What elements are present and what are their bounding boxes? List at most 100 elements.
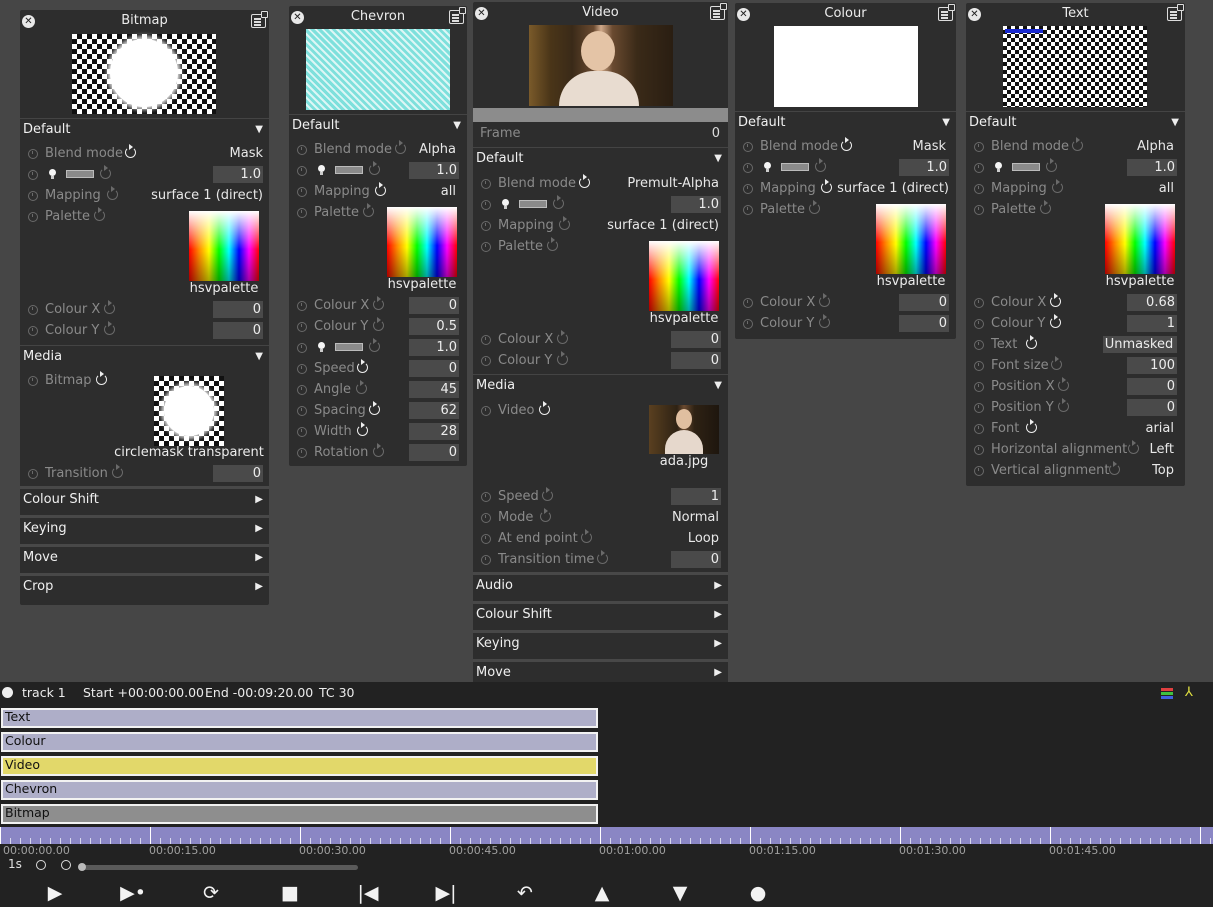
track-colour[interactable]: Colour [1,732,598,752]
close-icon[interactable]: ✕ [737,8,750,21]
reset-icon[interactable] [395,140,406,154]
skip-back-button[interactable]: |◀ [353,880,383,906]
section-colour-shift[interactable]: Colour Shift ▶ [473,601,728,627]
opacity-slider[interactable] [781,163,809,171]
reset-icon[interactable] [1058,377,1069,391]
mode-value[interactable]: Normal [672,507,719,528]
edit-icon[interactable] [710,3,727,20]
reset-icon[interactable] [100,165,111,179]
reset-icon[interactable] [1052,179,1063,193]
close-icon[interactable]: ✕ [968,8,981,21]
reset-icon[interactable] [1050,293,1061,307]
mapping-value[interactable]: surface 1 (direct) [837,178,949,199]
reset-icon[interactable] [547,237,558,251]
reset-icon[interactable] [1109,461,1120,475]
reset-icon[interactable] [579,174,590,188]
record-button[interactable]: ● [743,880,773,906]
reset-icon[interactable] [1128,440,1139,454]
angle-field[interactable]: 45 [409,381,459,398]
reset-icon[interactable] [112,464,123,478]
section-default[interactable]: Default ▼ [966,111,1185,133]
section-keying[interactable]: Keying ▶ [473,630,728,656]
reset-icon[interactable] [539,401,550,415]
reset-icon[interactable] [815,158,826,172]
zoom-slider[interactable] [78,863,358,871]
reset-icon[interactable] [357,359,368,373]
globe-icon[interactable] [2,687,13,698]
mapping-value[interactable]: all [441,181,456,202]
frame-value[interactable]: 0 [712,123,720,144]
reset-icon[interactable] [557,330,568,344]
track-text[interactable]: Text [1,708,598,728]
section-keying[interactable]: Keying ▶ [20,515,269,541]
section-audio[interactable]: Audio ▶ [473,572,728,598]
reset-icon[interactable] [819,293,830,307]
palette-swatch[interactable] [649,241,719,311]
reset-icon[interactable] [557,351,568,365]
play-button[interactable]: ▶ [40,880,70,906]
reset-icon[interactable] [356,380,367,394]
transition-time-field[interactable]: 0 [671,551,721,568]
palette-swatch[interactable] [189,211,259,281]
colour-x-field[interactable]: 0 [213,301,263,318]
axes-icon[interactable]: ⅄ [1185,685,1193,701]
speed-field[interactable]: 0 [409,360,459,377]
reset-icon[interactable] [357,422,368,436]
blend-mode-value[interactable]: Mask [913,136,946,157]
colour-x-field[interactable]: 0 [409,297,459,314]
opacity-field[interactable]: 1.0 [899,159,949,176]
bitmap-media-thumbnail[interactable] [154,376,224,446]
opacity-field[interactable]: 1.0 [1127,159,1177,176]
section-media[interactable]: Media ▼ [473,374,728,396]
skip-forward-button[interactable]: ▶| [431,880,461,906]
reset-icon[interactable] [1050,314,1061,328]
font-value[interactable]: arial [1145,418,1174,439]
reset-icon[interactable] [1026,335,1037,349]
colour-y-field[interactable]: 0 [213,322,263,339]
opacity-slider[interactable] [1012,163,1040,171]
reset-icon[interactable] [1046,158,1057,172]
position-x-field[interactable]: 0 [1127,378,1177,395]
section-default[interactable]: Default ▼ [473,147,728,169]
edit-icon[interactable] [938,4,955,21]
reset-icon[interactable] [369,338,380,352]
track-name[interactable]: track 1 [22,682,66,704]
opacity-slider[interactable] [519,200,547,208]
opacity-field[interactable]: 1.0 [671,196,721,213]
zoom-handle[interactable] [78,863,86,871]
reset-icon[interactable] [94,207,105,221]
reset-icon[interactable] [104,300,115,314]
opacity-field[interactable]: 1.0 [213,166,263,183]
blend-mode-value[interactable]: Alpha [1137,136,1174,157]
track-video[interactable]: Video [1,756,598,776]
mapping-value[interactable]: surface 1 (direct) [151,185,263,206]
reset-icon[interactable] [819,314,830,328]
track-chevron[interactable]: Chevron [1,780,598,800]
blend-mode-value[interactable]: Mask [230,143,263,164]
section-move[interactable]: Move ▶ [20,544,269,570]
close-icon[interactable]: ✕ [22,15,35,28]
reset-icon[interactable] [369,401,380,415]
reset-icon[interactable] [375,182,386,196]
reset-icon[interactable] [369,161,380,175]
reset-icon[interactable] [96,371,107,385]
colour-y-field[interactable]: 1 [1127,315,1177,332]
reset-icon[interactable] [809,200,820,214]
blend-mode-value[interactable]: Alpha [419,139,456,160]
play-marker-button[interactable]: ▶• [118,880,148,906]
opacity2-slider[interactable] [335,343,363,351]
palette-swatch[interactable] [876,204,946,274]
section-media[interactable]: Media ▼ [20,345,269,367]
reset-icon[interactable] [841,137,852,151]
section-colour-shift[interactable]: Colour Shift ▶ [20,486,269,512]
video-media-thumbnail[interactable] [649,405,719,454]
reset-icon[interactable] [1072,137,1083,151]
reset-icon[interactable] [373,296,384,310]
palette-swatch[interactable] [1105,204,1175,274]
opacity-slider[interactable] [335,166,363,174]
reset-icon[interactable] [104,321,115,335]
reset-icon[interactable] [553,195,564,209]
up-button[interactable]: ▲ [587,880,617,906]
section-default[interactable]: Default ▼ [20,118,269,140]
close-icon[interactable]: ✕ [291,11,304,24]
